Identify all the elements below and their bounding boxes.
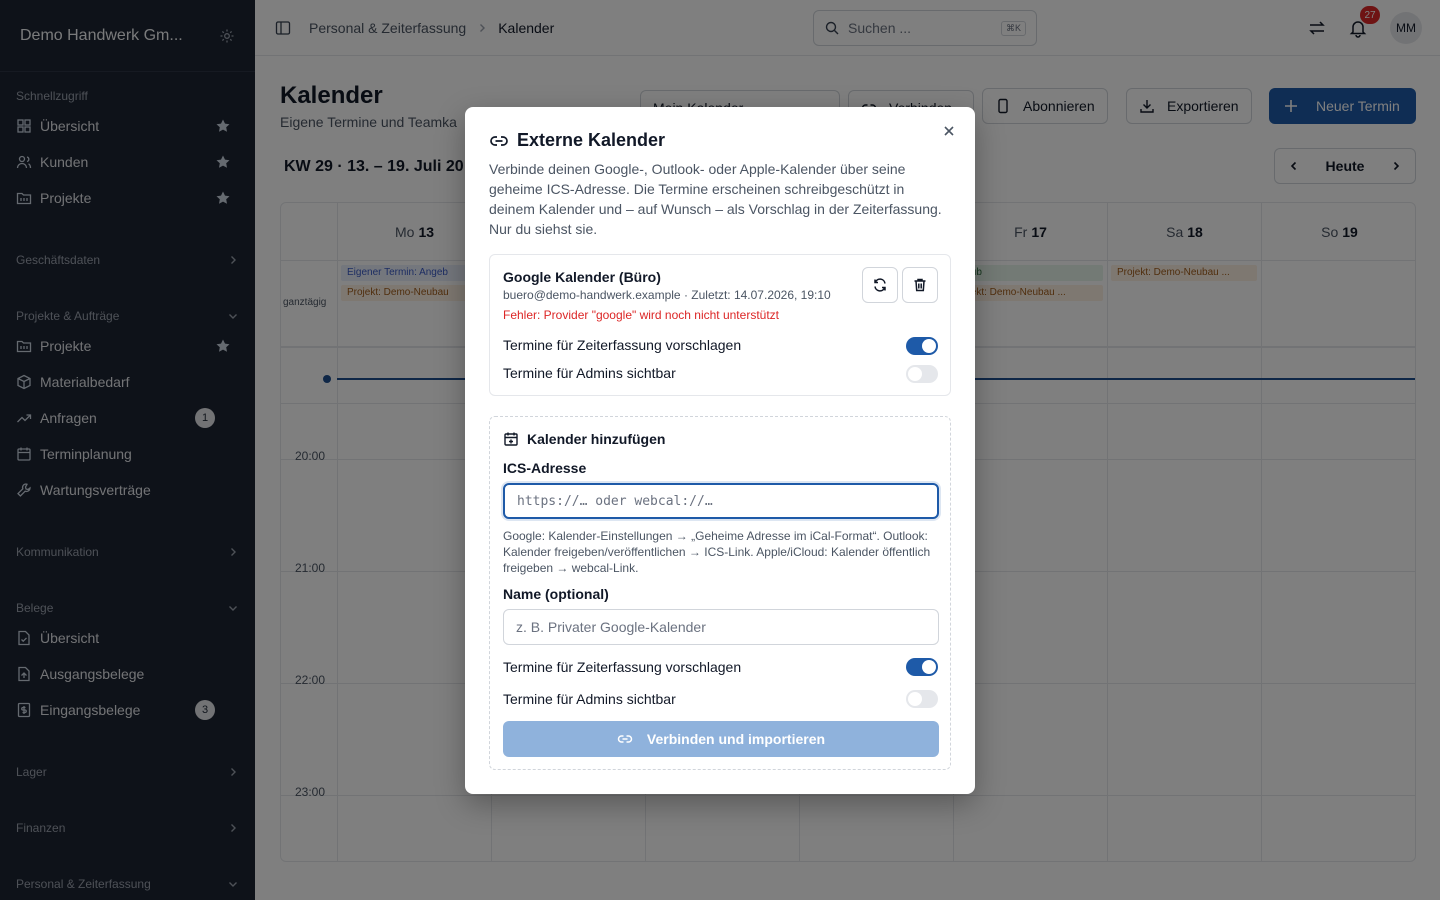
close-icon[interactable] (939, 121, 959, 141)
name-label: Name (optional) (503, 586, 609, 602)
ics-hint: Google: Kalender-Einstellungen → „Geheim… (503, 529, 931, 575)
new-suggest-toggle[interactable] (906, 658, 938, 676)
delete-button[interactable] (902, 267, 938, 303)
calendar-name-input[interactable] (503, 609, 939, 645)
calendar-name: Google Kalender (Büro) (503, 269, 661, 285)
toggle-knob (908, 692, 922, 706)
trash-icon (912, 277, 928, 293)
add-calendar-form: Kalender hinzufügen ICS-Adresse Google: … (489, 416, 951, 770)
admin-visible-toggle[interactable] (906, 365, 938, 383)
dialog-description: Verbinde deinen Google-, Outlook- oder A… (489, 161, 942, 237)
dialog-title: Externe Kalender (489, 130, 665, 151)
suggest-label: Termine für Zeiterfassung vorschlagen (503, 659, 742, 675)
link-icon (617, 731, 633, 747)
sync-button[interactable] (862, 267, 898, 303)
ics-url-input[interactable] (503, 483, 939, 519)
toggle-knob (908, 367, 922, 381)
new-admin-visible-toggle[interactable] (906, 690, 938, 708)
ics-label: ICS-Adresse (503, 460, 587, 476)
add-calendar-title: Kalender hinzufügen (503, 431, 665, 447)
calendar-meta: buero@demo-handwerk.example · Zuletzt: 1… (503, 288, 831, 302)
refresh-icon (872, 277, 888, 293)
external-calendars-dialog: Externe Kalender Verbinde deinen Google-… (465, 107, 975, 794)
admin-visible-label: Termine für Admins sichtbar (503, 365, 676, 381)
link-icon (489, 131, 509, 151)
admin-visible-label: Termine für Admins sichtbar (503, 691, 676, 707)
toggle-knob (922, 660, 936, 674)
connect-import-button[interactable]: Verbinden und importieren (503, 721, 939, 757)
calendar-plus-icon (503, 431, 519, 447)
toggle-knob (922, 339, 936, 353)
connected-calendar-card: Google Kalender (Büro) buero@demo-handwe… (489, 254, 951, 396)
calendar-error: Fehler: Provider "google" wird noch nich… (503, 308, 779, 322)
suggest-toggle[interactable] (906, 337, 938, 355)
suggest-label: Termine für Zeiterfassung vorschlagen (503, 337, 742, 353)
